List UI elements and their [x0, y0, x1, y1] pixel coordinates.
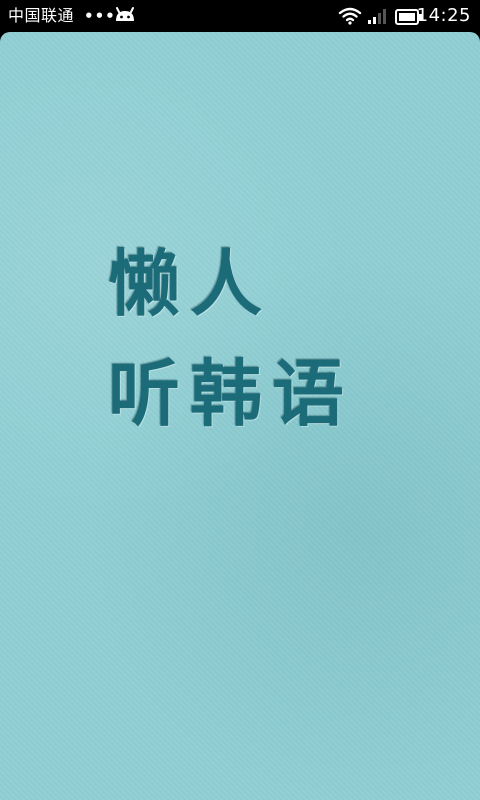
notification-dots: •••: [84, 7, 116, 25]
android-icon: [113, 7, 137, 25]
splash-screen: 懒人 听韩语: [0, 32, 480, 800]
status-bar: 中国联通 ••• 14:25: [0, 0, 480, 32]
wifi-icon: [338, 7, 362, 25]
signal-icon: [366, 7, 390, 25]
app-title-line-1: 懒人: [108, 242, 273, 326]
carrier-label: 中国联通: [8, 6, 75, 25]
status-clock: 14:25: [416, 5, 471, 26]
app-title-line-2: 听韩语: [108, 352, 355, 436]
